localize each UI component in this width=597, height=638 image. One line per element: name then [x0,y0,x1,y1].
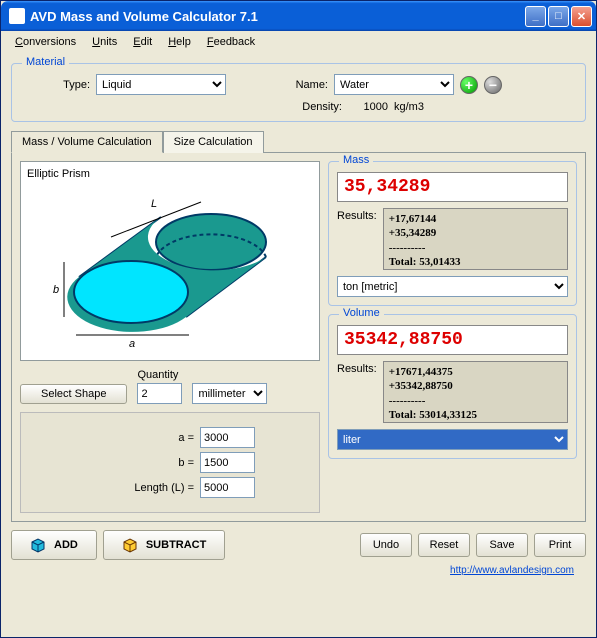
param-L-label: Length (L) = [134,482,194,494]
density-unit: kg/m3 [394,101,424,113]
menu-conversions[interactable]: Conversionsdocument.currentScript.previo… [7,34,84,50]
dim-L-label: L [151,198,157,210]
tab-body: Elliptic Prism L b a [11,152,586,522]
volume-unit-select[interactable]: liter [337,429,568,450]
window-title: AVD Mass and Volume Calculator 7.1 [30,9,525,24]
quantity-input[interactable] [137,383,182,404]
quantity-label: Quantity [137,369,182,381]
volume-results-label: Results: [337,361,377,423]
name-label: Name: [288,79,328,91]
menu-help[interactable]: Help [160,34,199,50]
cube-subtract-icon [122,537,138,553]
param-b-label: b = [178,457,194,469]
param-b-input[interactable] [200,452,255,473]
mass-value: 35,34289 [337,172,568,202]
remove-material-icon[interactable]: − [484,76,502,94]
app-icon [9,8,25,24]
subtract-button[interactable]: SUBTRACT [103,530,226,560]
close-button[interactable]: ✕ [571,6,592,27]
undo-button[interactable]: Undo [360,533,412,557]
mass-legend: Mass [339,154,373,166]
menu-feedback[interactable]: Feedback [199,34,263,50]
param-a-label: a = [178,432,194,444]
tab-size[interactable]: Size Calculation [163,131,264,153]
titlebar[interactable]: AVD Mass and Volume Calculator 7.1 _ □ ✕ [1,1,596,31]
maximize-button[interactable]: □ [548,6,569,27]
type-select[interactable]: Liquid [96,74,226,95]
tab-mass-volume[interactable]: Mass / Volume Calculation [11,131,163,153]
shape-preview: Elliptic Prism L b a [20,161,320,361]
add-material-icon[interactable]: + [460,76,478,94]
print-button[interactable]: Print [534,533,586,557]
density-label: Density: [294,101,342,113]
tab-strip: Mass / Volume Calculation Size Calculati… [11,130,586,152]
minimize-button[interactable]: _ [525,6,546,27]
mass-group: Mass 35,34289 Results: +17,67144 +35,342… [328,161,577,306]
shape-title: Elliptic Prism [27,168,313,180]
material-group: Material Type: Liquid Name: Water + − De… [11,63,586,122]
material-legend: Material [22,56,69,68]
add-button[interactable]: ADD [11,530,97,560]
density-value: 1000 [348,101,388,113]
length-unit-select[interactable]: millimeter [192,383,267,404]
menu-edit[interactable]: Edit [125,34,160,50]
param-L-input[interactable] [200,477,255,498]
volume-value: 35342,88750 [337,325,568,355]
volume-legend: Volume [339,307,384,319]
menubar: Conversionsdocument.currentScript.previo… [1,31,596,53]
save-button[interactable]: Save [476,533,528,557]
dim-a-label: a [129,338,135,347]
mass-results-list[interactable]: +17,67144 +35,34289 ---------- Total: 53… [383,208,568,270]
footer-link[interactable]: http://www.avlandesign.com [450,565,574,576]
mass-unit-select[interactable]: ton [metric] [337,276,568,297]
mass-results-label: Results: [337,208,377,270]
volume-group: Volume 35342,88750 Results: +17671,44375… [328,314,577,459]
param-a-input[interactable] [200,427,255,448]
type-label: Type: [20,79,90,91]
app-window: AVD Mass and Volume Calculator 7.1 _ □ ✕… [0,0,597,638]
volume-results-list[interactable]: +17671,44375 +35342,88750 ---------- Tot… [383,361,568,423]
menu-units[interactable]: Units [84,34,125,50]
select-shape-button[interactable]: Select Shape [20,384,127,404]
cube-add-icon [30,537,46,553]
dim-b-label: b [53,284,59,296]
reset-button[interactable]: Reset [418,533,470,557]
prism-diagram: L b a [51,187,291,347]
name-select[interactable]: Water [334,74,454,95]
